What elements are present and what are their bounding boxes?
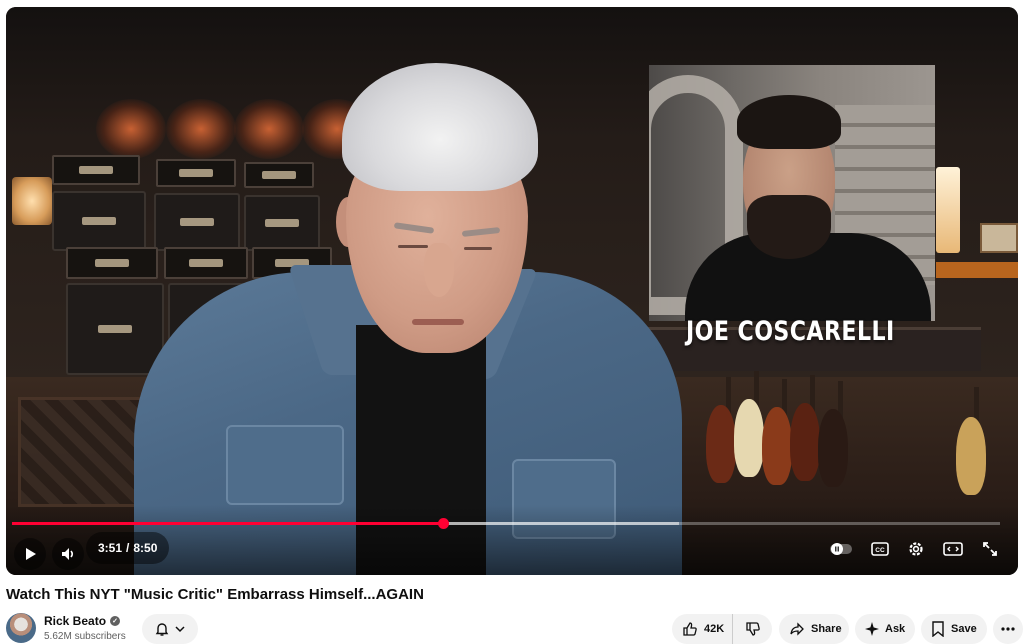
volume-button[interactable] xyxy=(52,538,84,570)
guitar xyxy=(762,407,792,485)
save-label: Save xyxy=(951,623,977,635)
captions-icon: CC xyxy=(871,542,889,556)
guitar xyxy=(818,409,848,487)
presenter-nose xyxy=(424,243,454,297)
progress-bar[interactable] xyxy=(12,518,1000,529)
time-total: 8:50 xyxy=(133,541,158,555)
ceiling-light xyxy=(234,99,304,159)
notifications-button[interactable] xyxy=(142,614,198,644)
floor-lamp xyxy=(936,167,960,253)
time-current: 3:51 xyxy=(98,541,123,555)
shirt-pocket xyxy=(226,425,344,505)
guest-hair xyxy=(737,95,841,149)
amp-cabinet xyxy=(66,283,164,375)
ceiling-light xyxy=(166,99,236,159)
video-player[interactable] xyxy=(6,7,1018,575)
volume-icon xyxy=(62,548,74,560)
verified-icon: ✓ xyxy=(110,616,121,626)
autoplay-toggle[interactable] xyxy=(829,537,853,561)
more-horizontal-icon xyxy=(1001,627,1015,631)
video-frame xyxy=(6,7,1018,575)
eye xyxy=(464,247,492,250)
subscriber-count: 5.62M subscribers xyxy=(44,631,126,642)
amp-cabinet xyxy=(52,191,146,251)
fullscreen-button[interactable] xyxy=(978,537,1002,561)
wall-lamp xyxy=(12,177,52,225)
amp-head xyxy=(156,159,236,187)
guest-photo xyxy=(649,65,935,321)
guitar xyxy=(790,403,820,481)
play-icon xyxy=(26,548,36,560)
video-title: Watch This NYT "Music Critic" Embarrass … xyxy=(6,586,424,603)
share-label: Share xyxy=(811,623,842,635)
gear-icon xyxy=(909,542,923,556)
settings-button[interactable] xyxy=(904,537,928,561)
save-button[interactable]: Save xyxy=(921,614,987,644)
progress-played xyxy=(12,522,443,525)
ceiling-light xyxy=(96,99,166,159)
more-actions-button[interactable] xyxy=(993,614,1023,644)
play-button[interactable] xyxy=(14,538,46,570)
progress-scrubber[interactable] xyxy=(437,518,449,529)
like-count: 42K xyxy=(704,623,725,635)
channel-avatar[interactable] xyxy=(6,613,36,643)
ask-label: Ask xyxy=(885,623,906,635)
time-display: 3:51 / 8:50 xyxy=(86,532,170,564)
theater-mode-button[interactable] xyxy=(941,537,965,561)
bell-icon xyxy=(155,623,169,636)
amp-head xyxy=(164,247,248,279)
thumbs-down-icon xyxy=(745,622,760,636)
chevron-down-icon xyxy=(175,626,185,633)
amp-head xyxy=(66,247,158,279)
theater-mode-icon xyxy=(943,542,963,556)
captions-button[interactable]: CC xyxy=(868,537,892,561)
amp-cabinet xyxy=(244,195,320,251)
fullscreen-icon xyxy=(983,542,997,556)
guest-beard xyxy=(747,195,831,259)
guitar xyxy=(956,417,986,495)
channel-name-row[interactable]: Rick Beato ✓ xyxy=(44,614,121,628)
bookmark-icon xyxy=(932,621,944,637)
dislike-button[interactable] xyxy=(733,614,772,644)
amp-head xyxy=(52,155,140,185)
ask-button[interactable]: Ask xyxy=(855,614,915,644)
share-icon xyxy=(790,622,804,636)
share-button[interactable]: Share xyxy=(779,614,849,644)
amp-cabinet xyxy=(154,193,240,251)
svg-text:CC: CC xyxy=(875,547,885,554)
shelf xyxy=(936,262,1018,278)
picture-frame xyxy=(980,223,1018,253)
channel-name[interactable]: Rick Beato xyxy=(44,614,106,628)
presenter-mouth xyxy=(412,319,464,325)
guitar xyxy=(734,399,764,477)
like-button[interactable]: 42K xyxy=(672,614,734,644)
like-dislike-group: 42K xyxy=(672,614,772,644)
time-separator: / xyxy=(126,541,130,555)
autoplay-toggle-icon xyxy=(830,543,852,555)
thumbs-up-icon xyxy=(683,622,697,636)
guest-name-overlay: JOE COSCARELLI xyxy=(686,316,895,347)
sparkle-icon xyxy=(865,622,879,636)
amp-head xyxy=(244,162,314,188)
eye xyxy=(398,245,428,248)
guitar xyxy=(706,405,736,483)
